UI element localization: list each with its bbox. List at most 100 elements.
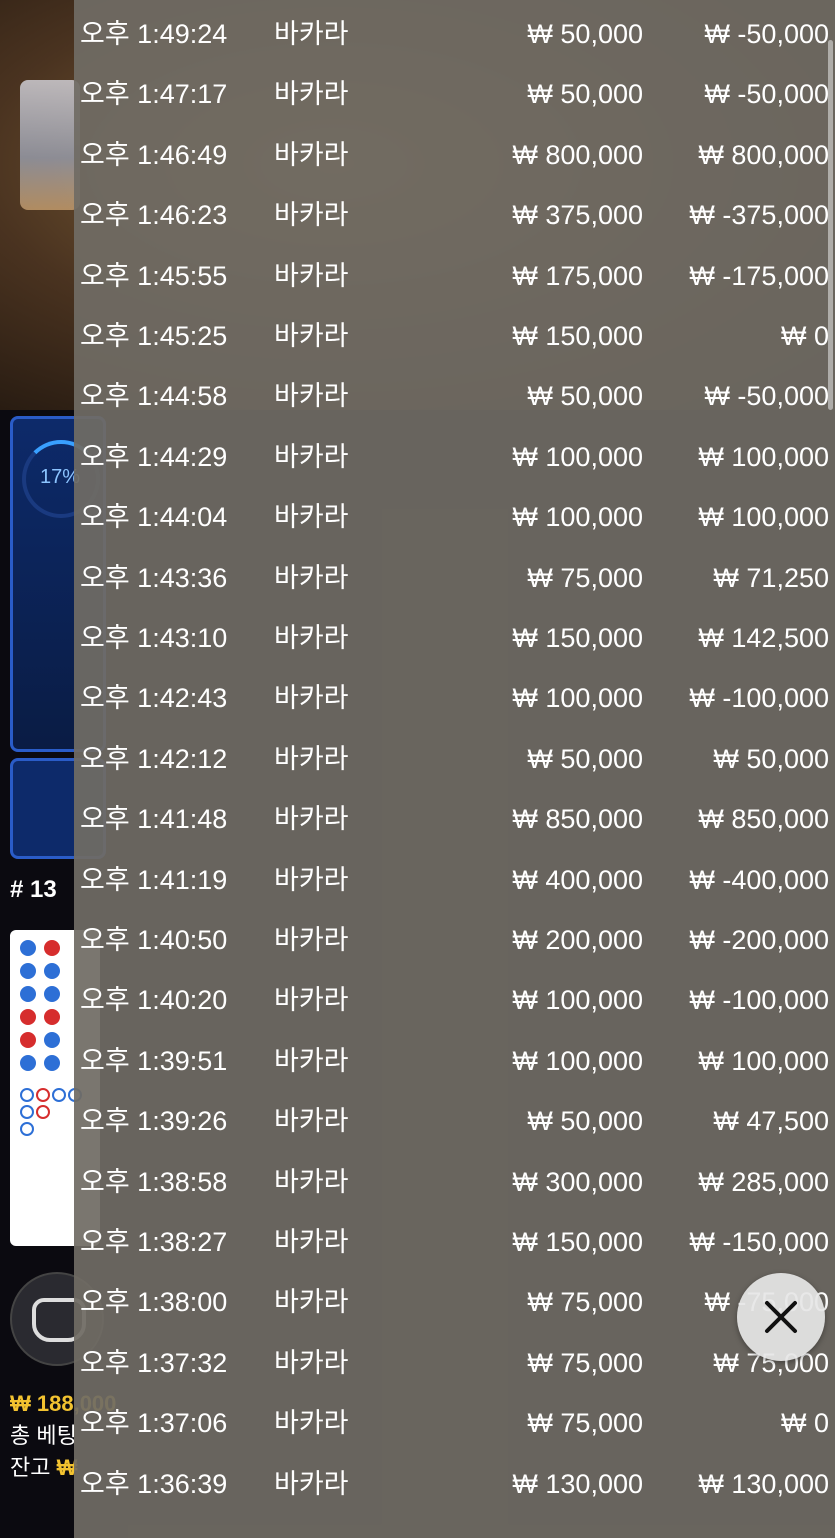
history-row: 오후 1:38:58 바카라 ₩ 300,000 ₩ 285,000 (74, 1152, 835, 1212)
history-bet-amount: ₩ 100,000 (512, 1045, 643, 1076)
history-game: 바카라 (274, 200, 349, 231)
history-game: 바카라 (274, 1347, 349, 1378)
history-game: 바카라 (274, 139, 349, 170)
history-row: 오후 1:41:48 바카라 ₩ 850,000 ₩ 850,000 (74, 789, 835, 849)
history-time: 오후 1:37:06 (80, 1408, 228, 1439)
history-game: 바카라 (274, 864, 349, 895)
history-bet-amount: ₩ 50,000 (527, 743, 643, 774)
history-time: 오후 1:45:25 (80, 321, 228, 351)
history-game: 바카라 (274, 502, 349, 533)
history-bet-amount: ₩ 75,000 (527, 1408, 643, 1439)
history-scrollbar[interactable] (828, 40, 833, 410)
history-bet-amount: ₩ 175,000 (512, 260, 643, 291)
close-button[interactable] (737, 1273, 825, 1361)
history-row: 오후 1:39:26 바카라 ₩ 50,000 ₩ 47,500 (74, 1091, 835, 1151)
history-time: 오후 1:43:10 (80, 623, 228, 653)
road-dot-player (20, 1055, 36, 1071)
history-row: 오후 1:39:51 바카라 ₩ 100,000 ₩ 100,000 (74, 1031, 835, 1091)
history-bet-amount: ₩ 150,000 (512, 1227, 643, 1257)
dealer-hand-image (20, 80, 80, 210)
history-row: 오후 1:44:04 바카라 ₩ 100,000 ₩ 100,000 (74, 487, 835, 547)
history-bet-amount: ₩ 100,000 (512, 502, 643, 533)
history-bet-amount: ₩ 100,000 (512, 985, 643, 1016)
history-bet-amount: ₩ 150,000 (512, 321, 643, 351)
history-bet-amount: ₩ 100,000 (512, 683, 643, 714)
history-row: 오후 1:45:55 바카라 ₩ 175,000 ₩ -175,000 (74, 246, 835, 306)
history-time: 오후 1:44:04 (80, 502, 228, 533)
history-bet-amount: ₩ 50,000 (527, 79, 643, 110)
history-win-amount: ₩ 47,500 (713, 1106, 829, 1137)
close-icon (765, 1301, 797, 1333)
history-bet-amount: ₩ 150,000 (512, 623, 643, 653)
history-row: 오후 1:41:19 바카라 ₩ 400,000 ₩ -400,000 (74, 850, 835, 910)
history-time: 오후 1:38:27 (80, 1227, 228, 1257)
bet-history-panel[interactable]: 오후 1:49:24 바카라 ₩ 50,000 ₩ -50,000 오후 1:47:17… (74, 0, 835, 1538)
history-win-amount: ₩ -50,000 (704, 79, 829, 110)
history-game: 바카라 (274, 985, 349, 1016)
history-row: 오후 1:47:17 바카라 ₩ 50,000 ₩ -50,000 (74, 64, 835, 124)
history-game: 바카라 (274, 1227, 349, 1257)
big-road-mark (36, 1105, 50, 1119)
round-number: # 13 (10, 876, 57, 903)
history-game: 바카라 (274, 441, 349, 472)
history-row: 오후 1:45:25 바카라 ₩ 150,000 ₩ 0 (74, 306, 835, 366)
history-time: 오후 1:38:58 (80, 1166, 228, 1197)
big-road-mark (20, 1122, 34, 1136)
history-win-amount: ₩ -100,000 (689, 683, 829, 714)
road-dot-player (44, 963, 60, 979)
history-row: 오후 1:42:12 바카라 ₩ 50,000 ₩ 50,000 (74, 729, 835, 789)
history-row: 오후 1:43:36 바카라 ₩ 75,000 ₩ 71,250 (74, 548, 835, 608)
history-row: 오후 1:42:43 바카라 ₩ 100,000 ₩ -100,000 (74, 668, 835, 728)
road-dot-player (20, 963, 36, 979)
road-dot-banker (20, 1009, 36, 1025)
history-game: 바카라 (274, 925, 349, 955)
history-row: 오후 1:38:27 바카라 ₩ 150,000 ₩ -150,000 (74, 1212, 835, 1272)
history-game: 바카라 (274, 1045, 349, 1076)
history-win-amount: ₩ 100,000 (698, 1045, 829, 1076)
history-game: 바카라 (274, 623, 349, 653)
history-game: 바카라 (274, 1166, 349, 1197)
road-dot-player (44, 1055, 60, 1071)
history-time: 오후 1:44:29 (80, 441, 228, 472)
history-game: 바카라 (274, 19, 349, 49)
history-row: 오후 1:40:50 바카라 ₩ 200,000 ₩ -200,000 (74, 910, 835, 970)
history-time: 오후 1:44:58 (80, 381, 228, 412)
history-row: 오후 1:46:49 바카라 ₩ 800,000 ₩ 800,000 (74, 125, 835, 185)
history-row: 오후 1:43:10 바카라 ₩ 150,000 ₩ 142,500 (74, 608, 835, 668)
history-row: 오후 1:38:00바카라₩ 75,000₩ -75,000 (74, 1272, 835, 1332)
history-win-amount: ₩ -50,000 (704, 19, 829, 49)
history-time: 오후 1:41:19 (80, 864, 228, 895)
road-dot-player (44, 986, 60, 1002)
history-bet-amount: ₩ 850,000 (512, 804, 643, 835)
history-row: 오후 1:40:20 바카라 ₩ 100,000 ₩ -100,000 (74, 970, 835, 1030)
history-game: 바카라 (274, 321, 349, 351)
road-dot-player (20, 986, 36, 1002)
history-game: 바카라 (274, 1106, 349, 1137)
history-game: 바카라 (274, 562, 349, 593)
history-bet-amount: ₩ 300,000 (512, 1166, 643, 1197)
history-win-amount: ₩ 71,250 (713, 562, 829, 593)
history-bet-amount: ₩ 200,000 (512, 925, 643, 955)
history-win-amount: ₩ 130,000 (698, 1468, 829, 1499)
history-time: 오후 1:46:49 (80, 139, 228, 170)
history-win-amount: ₩ 0 (780, 321, 829, 351)
big-road-mark (36, 1088, 50, 1102)
history-game: 바카라 (274, 743, 349, 774)
history-win-amount: ₩ 142,500 (698, 623, 829, 653)
history-win-amount: ₩ -375,000 (689, 200, 829, 231)
history-time: 오후 1:38:00 (80, 1287, 228, 1318)
history-time: 오후 1:43:36 (80, 562, 228, 593)
history-row: 오후 1:49:24 바카라 ₩ 50,000 ₩ -50,000 (74, 4, 835, 64)
history-bet-amount: ₩ 50,000 (527, 1106, 643, 1137)
balance-label: 잔고 (10, 1455, 51, 1480)
history-bet-amount: ₩ 50,000 (527, 381, 643, 412)
history-game: 바카라 (274, 1287, 349, 1318)
history-time: 오후 1:37:32 (80, 1347, 228, 1378)
history-game: 바카라 (274, 260, 349, 291)
history-time: 오후 1:42:12 (80, 743, 228, 774)
history-bet-amount: ₩ 50,000 (527, 19, 643, 49)
history-time: 오후 1:40:20 (80, 985, 228, 1016)
history-row: 오후 1:44:58 바카라 ₩ 50,000 ₩ -50,000 (74, 366, 835, 426)
history-row: 오후 1:36:39 바카라 ₩ 130,000 ₩ 130,000 (74, 1454, 835, 1514)
history-game: 바카라 (274, 1408, 349, 1439)
